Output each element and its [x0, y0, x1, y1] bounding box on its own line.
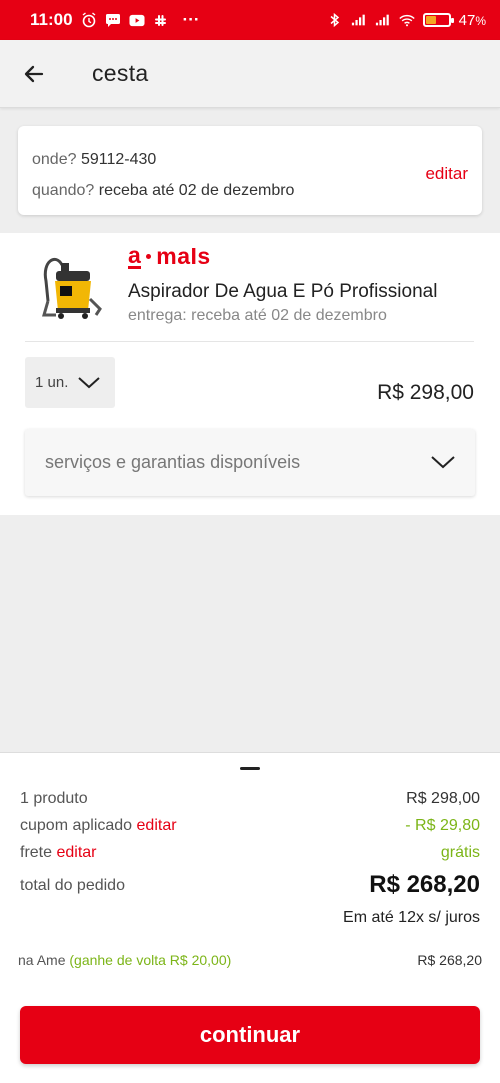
coupon-value: - R$ 29,80 — [405, 817, 480, 834]
total-label: total do pedido — [20, 877, 125, 894]
drag-handle[interactable] — [240, 767, 260, 770]
quantity-value: 1 un. — [35, 374, 69, 391]
app-bar: cesta — [0, 40, 500, 108]
status-bar: 11:00 ··· 47% — [0, 0, 500, 40]
seller-logo: a maIs — [128, 241, 211, 269]
coupon-label: cupom aplicado — [20, 817, 133, 834]
quantity-select[interactable]: 1 un. — [25, 357, 115, 408]
more-notifications-icon: ··· — [182, 10, 200, 29]
ame-value: R$ 268,20 — [417, 952, 482, 968]
edit-coupon-link[interactable]: editar — [137, 817, 177, 834]
products-value: R$ 298,00 — [406, 790, 480, 807]
slack-icon — [153, 13, 169, 27]
signal-2-icon — [375, 13, 391, 27]
ame-cashback: (ganhe de volta R$ 20,00) — [69, 952, 232, 968]
delivery-card: onde? 59112-430 quando? receba até 02 de… — [18, 126, 482, 215]
where-value: 59112-430 — [80, 151, 157, 168]
when-value: receba até 02 de dezembro — [98, 182, 295, 199]
chevron-down-icon — [78, 376, 101, 389]
product-delivery-info: entrega: receba até 02 de dezembro — [128, 307, 387, 324]
chevron-down-icon — [431, 456, 455, 469]
services-label: serviços e garantias disponíveis — [45, 452, 301, 472]
product-name[interactable]: Aspirador De Agua E Pó Profissional — [128, 281, 468, 303]
shipping-label: frete — [20, 844, 53, 861]
signal-icon — [351, 13, 367, 27]
arrow-left-icon — [24, 65, 44, 82]
battery-icon — [422, 13, 454, 27]
alarm-icon — [81, 12, 97, 28]
bluetooth-icon — [327, 12, 343, 28]
page-title: cesta — [92, 60, 149, 86]
shipping-row: frete editar grátis — [20, 844, 480, 862]
cart-item: a maIs Aspirador De Agua E Pó Profission… — [0, 233, 500, 515]
product-image[interactable] — [36, 251, 106, 323]
where-label: onde? — [32, 151, 77, 168]
message-icon — [105, 13, 121, 27]
installments-info: Em até 12x s/ juros — [343, 909, 480, 926]
edit-shipping-link[interactable]: editar — [56, 844, 96, 861]
status-time: 11:00 — [30, 10, 73, 29]
divider — [25, 341, 474, 342]
battery-percent: 47% — [458, 11, 486, 29]
products-label: 1 produto — [20, 790, 88, 807]
wifi-icon — [398, 13, 415, 27]
continue-button[interactable]: continuar — [20, 1006, 480, 1064]
total-value: R$ 268,20 — [369, 871, 480, 898]
when-label: quando? — [32, 182, 95, 199]
delivery-when-row: quando? receba até 02 de dezembro — [32, 175, 468, 206]
product-price: R$ 298,00 — [377, 381, 474, 404]
ame-label: na Ame — [18, 952, 66, 968]
shipping-value: grátis — [440, 844, 480, 861]
back-button[interactable] — [6, 46, 62, 102]
products-row: 1 produto R$ 298,00 — [20, 790, 480, 808]
services-warranty-dropdown[interactable]: serviços e garantias disponíveis — [25, 429, 475, 496]
video-icon — [129, 13, 145, 27]
delivery-where-row: onde? 59112-430 — [32, 144, 468, 175]
ame-payment-row: na Ame (ganhe de volta R$ 20,00) R$ 268,… — [18, 952, 482, 968]
order-summary-panel: 1 produto R$ 298,00 cupom aplicado edita… — [0, 752, 500, 1083]
coupon-row: cupom aplicado editar - R$ 29,80 — [20, 817, 480, 835]
edit-delivery-link[interactable]: editar — [425, 164, 468, 184]
